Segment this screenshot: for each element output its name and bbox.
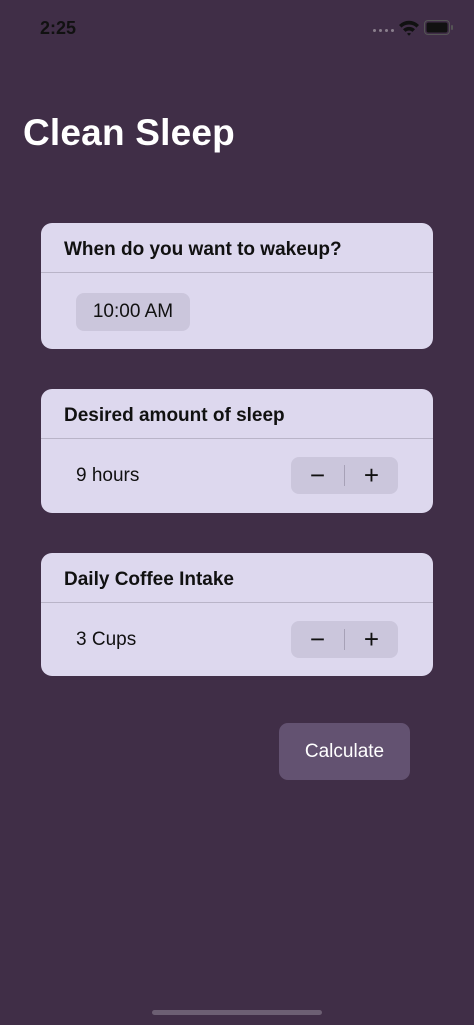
coffee-intake-stepper: − + <box>291 621 398 658</box>
wakeup-time-picker[interactable]: 10:00 AM <box>76 293 190 331</box>
wakeup-card: When do you want to wakeup? 10:00 AM <box>41 223 433 349</box>
sleep-card-header: Desired amount of sleep <box>41 389 433 439</box>
home-indicator[interactable] <box>152 1010 322 1015</box>
cellular-dots-icon <box>373 29 394 32</box>
sleep-decrement-button[interactable]: − <box>291 457 344 494</box>
sleep-amount-stepper: − + <box>291 457 398 494</box>
coffee-intake-card: Daily Coffee Intake 3 Cups − + <box>41 553 433 676</box>
wakeup-card-body: 10:00 AM <box>41 273 433 347</box>
coffee-increment-button[interactable]: + <box>345 621 398 658</box>
wifi-icon <box>399 20 419 36</box>
coffee-card-body: 3 Cups − + <box>41 603 433 677</box>
status-time: 2:25 <box>40 18 77 38</box>
app-screen: 2:25 Clean Sleep When do you want to wak… <box>0 0 474 1025</box>
sleep-amount-card: Desired amount of sleep 9 hours − + <box>41 389 433 513</box>
sleep-amount-value: 9 hours <box>76 465 140 486</box>
page-title: Clean Sleep <box>23 112 235 153</box>
coffee-card-header: Daily Coffee Intake <box>41 553 433 603</box>
coffee-decrement-button[interactable]: − <box>291 621 344 658</box>
wakeup-card-header: When do you want to wakeup? <box>41 223 433 273</box>
coffee-intake-value: 3 Cups <box>76 629 137 650</box>
sleep-card-body: 9 hours − + <box>41 439 433 513</box>
calculate-button[interactable]: Calculate <box>279 723 410 780</box>
sleep-increment-button[interactable]: + <box>345 457 398 494</box>
battery-icon <box>424 20 453 35</box>
status-bar: 2:25 <box>0 0 474 56</box>
